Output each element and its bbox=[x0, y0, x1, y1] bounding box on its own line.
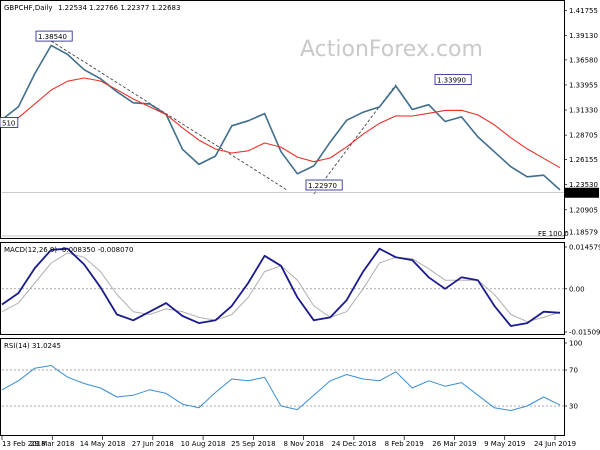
x-tick-label: 29 Mar 2018 bbox=[30, 440, 74, 448]
symbol-title: GBPCHF,Daily bbox=[4, 4, 53, 12]
macd-ytick-label: 0.00 bbox=[569, 285, 585, 293]
annotation-high-2: 1.33990 bbox=[437, 77, 466, 85]
rsi-ytick-label: 100 bbox=[569, 340, 582, 348]
fe-label: FE 100.0 bbox=[538, 230, 569, 238]
x-tick-label: 8 Feb 2019 bbox=[385, 440, 424, 448]
price-ytick-label: 1.39130 bbox=[569, 32, 598, 40]
x-tick-label: 14 May 2018 bbox=[80, 440, 126, 448]
price-ytick-label: 1.36580 bbox=[569, 56, 598, 64]
price-ytick-label: 1.31330 bbox=[569, 107, 598, 115]
annotation-high-1: 1.38540 bbox=[38, 33, 67, 41]
x-tick-label: 27 Jun 2018 bbox=[132, 440, 174, 448]
macd-ytick-label: -0.015096 bbox=[569, 329, 600, 337]
x-tick-label: 25 Sep 2018 bbox=[231, 440, 275, 448]
rsi-panel bbox=[0, 338, 565, 436]
x-tick-label: 24 Jun 2019 bbox=[534, 440, 576, 448]
last-price-label: 1.22683 bbox=[568, 189, 597, 197]
x-tick-label: 24 Dec 2018 bbox=[332, 440, 377, 448]
x-tick-label: 9 May 2019 bbox=[484, 440, 525, 448]
macd-ytick-label: 0.014579 bbox=[569, 244, 600, 252]
rsi-ytick-label: 70 bbox=[569, 367, 578, 375]
price-ytick-label: 1.33955 bbox=[569, 81, 598, 89]
rsi-ytick-label: 30 bbox=[569, 403, 578, 411]
price-ytick-label: 1.41755 bbox=[569, 7, 598, 15]
x-tick-label: 10 Aug 2018 bbox=[181, 440, 226, 448]
chart-canvas: ActionForex.com GBPCHF,Daily 1.22534 1.2… bbox=[0, 0, 600, 448]
price-ytick-label: 1.28705 bbox=[569, 132, 598, 140]
annotation-low: 1.22970 bbox=[308, 182, 337, 190]
price-ytick-label: 1.26155 bbox=[569, 156, 598, 164]
macd-title: MACD(12,26,9) -0.008350 -0.008070 bbox=[4, 246, 133, 254]
chart-header: GBPCHF,Daily 1.22534 1.22766 1.22377 1.2… bbox=[4, 4, 180, 12]
x-tick-label: 26 Mar 2019 bbox=[432, 440, 476, 448]
ohlc-readout: 1.22534 1.22766 1.22377 1.22683 bbox=[58, 4, 180, 12]
watermark: ActionForex.com bbox=[300, 37, 483, 62]
annotation-left: 510 bbox=[2, 119, 15, 127]
price-ytick-label: 1.18579 bbox=[569, 229, 598, 237]
x-tick-label: 8 Nov 2018 bbox=[283, 440, 323, 448]
price-ytick-label: 1.20905 bbox=[569, 206, 598, 214]
rsi-title: RSI(14) 31.0245 bbox=[4, 342, 61, 350]
